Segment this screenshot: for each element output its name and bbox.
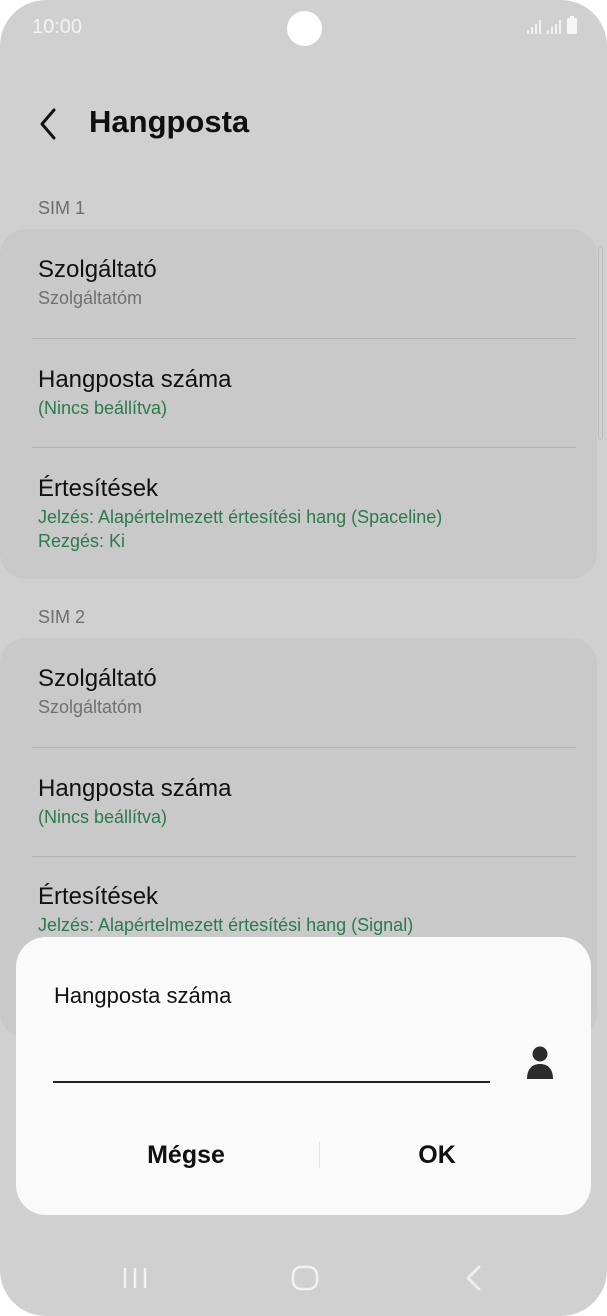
battery-icon [567, 16, 577, 34]
nav-back-button[interactable] [462, 1262, 486, 1294]
divider [32, 856, 576, 857]
sim1-card: Szolgáltató Szolgáltatóm Hangposta száma… [0, 229, 597, 579]
page-title: Hangposta [89, 104, 250, 139]
item-title: Hangposta száma [38, 775, 232, 802]
item-subtitle: Jelzés: Alapértelmezett értesítési hang … [38, 915, 414, 935]
sim1-item-notifications[interactable]: Értesítések Jelzés: Alapértelmezett érte… [38, 474, 567, 553]
ok-button[interactable]: OK [337, 1127, 537, 1183]
item-title: Értesítések [38, 475, 159, 502]
item-subtitle: Szolgáltatóm [38, 697, 143, 717]
nav-recent-apps-button[interactable] [121, 1262, 149, 1294]
person-icon [527, 1046, 553, 1079]
nav-home-button[interactable] [291, 1262, 319, 1294]
sim2-item-voicemail-number[interactable]: Hangposta száma (Nincs beállítva) [38, 774, 567, 829]
section-label-sim2: SIM 2 [38, 607, 86, 627]
signal-icon [527, 20, 541, 34]
back-icon [466, 1265, 481, 1291]
sim1-item-provider[interactable]: Szolgáltató Szolgáltatóm [38, 255, 567, 310]
signal-icon [547, 20, 561, 34]
phone-screen: 10:00 Hangposta SIM 1 Szolgáltató Szolgá… [0, 0, 607, 1316]
sim2-item-notifications[interactable]: Értesítések Jelzés: Alapértelmezett érte… [38, 882, 567, 937]
item-title: Szolgáltató [38, 256, 157, 283]
button-separator [319, 1142, 320, 1168]
voicemail-number-input[interactable] [53, 1043, 490, 1083]
item-title: Hangposta száma [38, 366, 232, 393]
sim2-item-provider[interactable]: Szolgáltató Szolgáltatóm [38, 664, 567, 719]
divider [32, 447, 576, 448]
status-icons [527, 16, 577, 34]
recent-apps-icon [123, 1268, 147, 1288]
status-time: 10:00 [32, 16, 83, 38]
cancel-button[interactable]: Mégse [86, 1127, 286, 1183]
item-subtitle: Jelzés: Alapértelmezett értesítési hang … [38, 507, 443, 527]
divider [32, 747, 576, 748]
sim1-item-voicemail-number[interactable]: Hangposta száma (Nincs beállítva) [38, 365, 567, 420]
back-button[interactable] [32, 104, 68, 144]
divider [32, 338, 576, 339]
dialog-title: Hangposta száma [54, 983, 232, 1008]
chevron-left-icon [40, 108, 56, 140]
scrollbar[interactable] [598, 246, 603, 440]
section-label-sim1: SIM 1 [38, 198, 86, 218]
front-camera [287, 11, 322, 46]
item-subtitle-vibration: Rezgés: Ki [38, 531, 126, 551]
contact-picker-button[interactable] [524, 1045, 556, 1081]
item-subtitle: Szolgáltatóm [38, 288, 143, 308]
home-icon [291, 1265, 319, 1291]
item-subtitle: (Nincs beállítva) [38, 807, 168, 827]
item-title: Értesítések [38, 883, 159, 910]
voicemail-number-dialog: Hangposta száma Mégse OK [16, 937, 591, 1215]
item-title: Szolgáltató [38, 665, 157, 692]
item-subtitle: (Nincs beállítva) [38, 398, 168, 418]
